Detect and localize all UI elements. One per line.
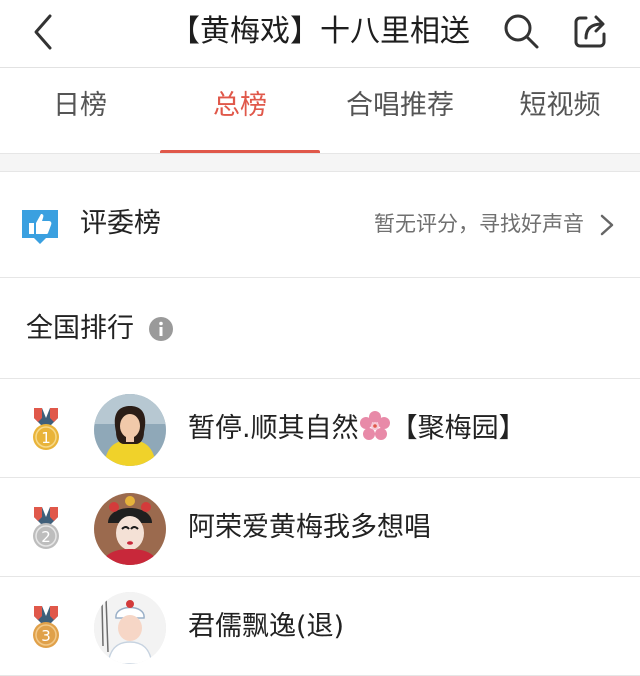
search-button[interactable] [502,12,540,50]
silver-medal-icon: 2 [33,507,59,549]
ranking-row-2[interactable]: 2 阿荣爱黄梅我多想唱 [0,479,640,577]
medal-rank-number: 3 [41,627,51,645]
section-divider [0,153,640,172]
user-avatar-image [94,592,166,664]
national-ranking-header: 全国排行 [0,279,640,379]
ranking-name: 阿荣爱黄梅我多想唱 [188,507,431,549]
ranking-name-text: 君儒飘逸(退) [188,611,345,642]
avatar[interactable] [94,394,166,466]
user-avatar-image [94,394,166,466]
ranking-row-3[interactable]: 3 君儒飘逸(退) [0,578,640,676]
judges-board-row[interactable]: 评委榜 暂无评分，寻找好声音 [0,172,640,278]
info-icon[interactable] [148,316,174,342]
medal-rank-number: 1 [41,429,51,447]
judges-board-hint: 暂无评分，寻找好声音 [374,212,584,236]
ranking-name-suffix: 【聚梅园】 [390,413,526,444]
chevron-left-icon [34,14,52,50]
avatar[interactable] [94,493,166,565]
chevron-right-icon [600,214,614,236]
share-button[interactable] [572,12,610,50]
avatar[interactable] [94,592,166,664]
user-avatar-image [94,493,166,565]
tab-daily[interactable]: 日榜 [0,68,160,148]
tab-chorus-recommend[interactable]: 合唱推荐 [320,68,480,148]
cherry-blossom-icon [359,411,390,440]
gold-medal-icon: 1 [33,408,59,450]
tab-short-video[interactable]: 短视频 [480,68,640,148]
back-button[interactable] [24,12,64,52]
thumbs-up-icon [22,210,58,244]
search-icon [504,14,539,49]
ranking-name-text: 阿荣爱黄梅我多想唱 [188,512,431,543]
ranking-name-text: 暂停.顺其自然 [188,413,359,444]
ranking-name: 暂停.顺其自然 【聚梅园】 [188,408,526,450]
bronze-medal-icon: 3 [33,606,59,648]
tab-overall[interactable]: 总榜 [160,68,320,148]
ranking-row-1[interactable]: 1 暂停.顺其自然 【聚梅园】 [0,380,640,478]
page-title: 【黄梅戏】十八里相送 [170,14,470,49]
share-icon [574,15,606,48]
national-ranking-title: 全国排行 [26,313,134,344]
top-bar: 【黄梅戏】十八里相送 [0,0,640,68]
medal-rank-number: 2 [41,528,51,546]
ranking-name: 君儒飘逸(退) [188,606,344,648]
judges-board-label: 评委榜 [80,208,161,239]
